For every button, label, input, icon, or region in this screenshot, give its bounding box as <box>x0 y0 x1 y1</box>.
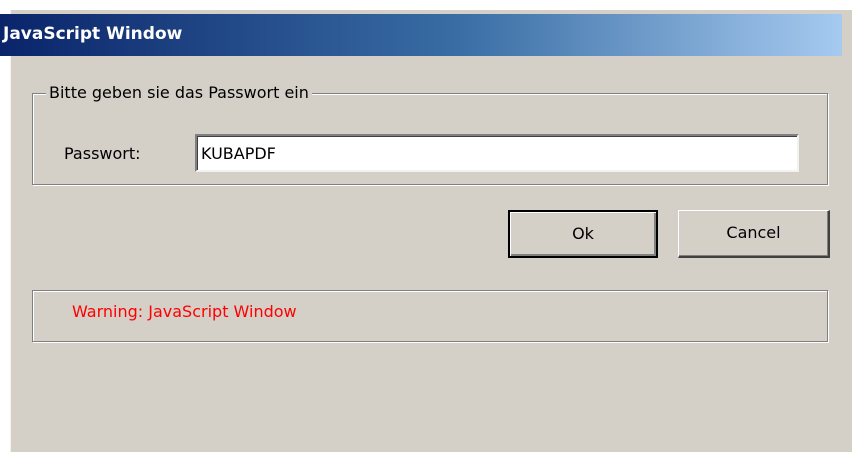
cancel-button[interactable]: Cancel <box>678 210 830 258</box>
warning-text: Warning: JavaScript Window <box>72 302 297 321</box>
groupbox-legend: Bitte geben sie das Passwort ein <box>46 83 312 103</box>
password-input[interactable] <box>195 134 799 172</box>
title-bar[interactable]: JavaScript Window <box>0 14 842 56</box>
password-label: Passwort: <box>64 144 141 163</box>
window-title: JavaScript Window <box>3 24 183 44</box>
ok-button[interactable]: Ok <box>508 210 658 258</box>
